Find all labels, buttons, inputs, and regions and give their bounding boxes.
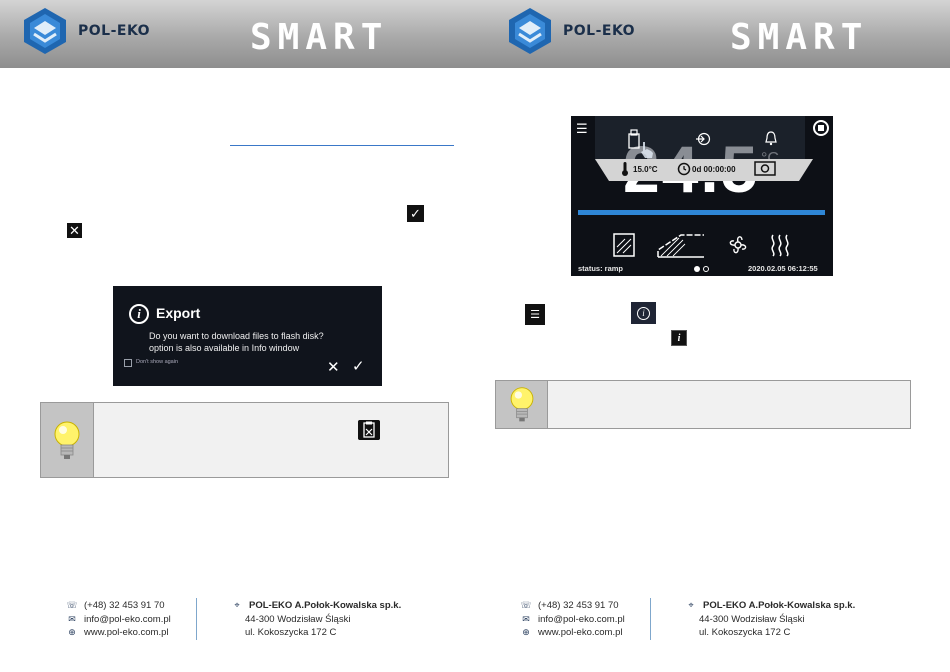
check-icon: ✓ [407, 205, 424, 222]
brand-name: POL-EKO [78, 23, 151, 39]
page-dot[interactable] [703, 266, 709, 272]
globe-icon: ⊕ [68, 627, 76, 638]
status-text: status: ramp [578, 264, 624, 273]
progress-bar [578, 210, 825, 215]
info-icon: i [129, 304, 149, 324]
pol-eko-logo-icon [24, 8, 66, 54]
date-time: 2020.02.05 06:12:55 [748, 264, 818, 273]
timer-icon [677, 162, 691, 176]
cancel-button[interactable]: ✕ [327, 358, 340, 376]
logo-right: POL-EKO [505, 6, 635, 56]
phone-icon: ☏ [520, 600, 532, 611]
dont-show-checkbox[interactable] [124, 359, 132, 367]
email-icon: ✉ [68, 613, 76, 624]
email-icon: ✉ [522, 613, 530, 624]
footer-address-1: 44-300 Wodzisław Śląski [245, 613, 351, 625]
touch-hand-icon [641, 142, 653, 158]
tip-bulb-cell [496, 381, 548, 428]
info-button-icon: i [631, 302, 656, 324]
door-icon[interactable] [613, 233, 635, 257]
location-icon: ⌖ [688, 600, 694, 611]
confirm-button[interactable]: ✓ [352, 357, 365, 375]
fan-speed-icon [754, 161, 776, 176]
footer-email[interactable]: info@pol-eko.com.pl [84, 614, 171, 625]
heating-icon[interactable] [769, 233, 791, 257]
login-icon[interactable] [695, 132, 711, 146]
timer-value: 0d 00:00:00 [692, 165, 736, 174]
dont-show-label: Don't show again [136, 359, 179, 365]
time-text: 06:12:55 [787, 264, 818, 273]
footer-web[interactable]: www.pol-eko.com.pl [538, 627, 622, 638]
footer-divider [650, 598, 651, 640]
footer-contact-left: ☏ (+48) 32 453 91 70 ✉ info@pol-eko.com.pl… [66, 599, 171, 640]
footer-address-2: ul. Kokoszycka 172 C [699, 627, 791, 639]
pol-eko-logo-icon [509, 8, 551, 54]
close-icon: ✕ [67, 223, 82, 238]
thermometer-icon [622, 162, 628, 176]
footer-address-right: ⌖ POL-EKO A.Połok-Kowalska sp.k. 44-300 W… [685, 599, 855, 640]
phone-icon: ☏ [66, 600, 78, 611]
brand-name: POL-EKO [563, 23, 636, 39]
stop-icon[interactable] [813, 120, 829, 136]
date-text: 2020.02.05 [748, 264, 786, 273]
header-banner: POL-EKO SMART POL-EKO SMART [0, 0, 950, 68]
product-title: SMART [730, 17, 869, 58]
usb-save-icon [358, 420, 380, 440]
product-title: SMART [250, 17, 389, 58]
info-icon: i [637, 306, 650, 320]
fan-icon[interactable] [727, 234, 749, 256]
footer-address-1: 44-300 Wodzisław Śląski [699, 613, 805, 625]
lightbulb-icon [510, 387, 534, 422]
set-temperature: 15.0°C [633, 165, 658, 174]
footer-email[interactable]: info@pol-eko.com.pl [538, 614, 625, 625]
menu-icon[interactable]: ☰ [576, 121, 588, 137]
footer-web[interactable]: www.pol-eko.com.pl [84, 627, 168, 638]
footer-phone[interactable]: (+48) 32 453 91 70 [538, 600, 619, 611]
page-dot-active[interactable] [694, 266, 700, 272]
dialog-message: Do you want to download files to flash d… [149, 331, 324, 341]
dialog-message-2: option is also available in Info window [149, 343, 300, 353]
tip-bulb-cell [41, 403, 94, 477]
device-screen: ☰ 24.5 °C 15.0°C 0d 00:00:00 [571, 116, 833, 276]
info-window-icon: i [671, 330, 687, 346]
menu-icon: ☰ [525, 304, 545, 325]
footer-company: POL-EKO A.Połok-Kowalska sp.k. [703, 600, 856, 612]
footer-address-left: ⌖ POL-EKO A.Połok-Kowalska sp.k. 44-300 W… [231, 599, 401, 640]
footer-company: POL-EKO A.Połok-Kowalska sp.k. [249, 600, 402, 612]
ramp-profile-icon[interactable] [657, 232, 705, 258]
lightbulb-icon [54, 421, 80, 459]
dialog-title: Export [156, 305, 201, 321]
location-icon: ⌖ [234, 600, 240, 611]
footer-divider [196, 598, 197, 640]
footer-contact-right: ☏ (+48) 32 453 91 70 ✉ info@pol-eko.com.pl… [520, 599, 625, 640]
alarm-bell-icon[interactable] [764, 130, 778, 146]
footer-address-2: ul. Kokoszycka 172 C [245, 627, 337, 639]
tip-box-left [40, 402, 449, 478]
underline-link [230, 145, 454, 146]
logo-left: POL-EKO [20, 6, 150, 56]
footer-phone[interactable]: (+48) 32 453 91 70 [84, 600, 165, 611]
globe-icon: ⊕ [522, 627, 530, 638]
export-dialog: i Export Do you want to download files t… [113, 286, 382, 386]
tip-box-right [495, 380, 911, 429]
